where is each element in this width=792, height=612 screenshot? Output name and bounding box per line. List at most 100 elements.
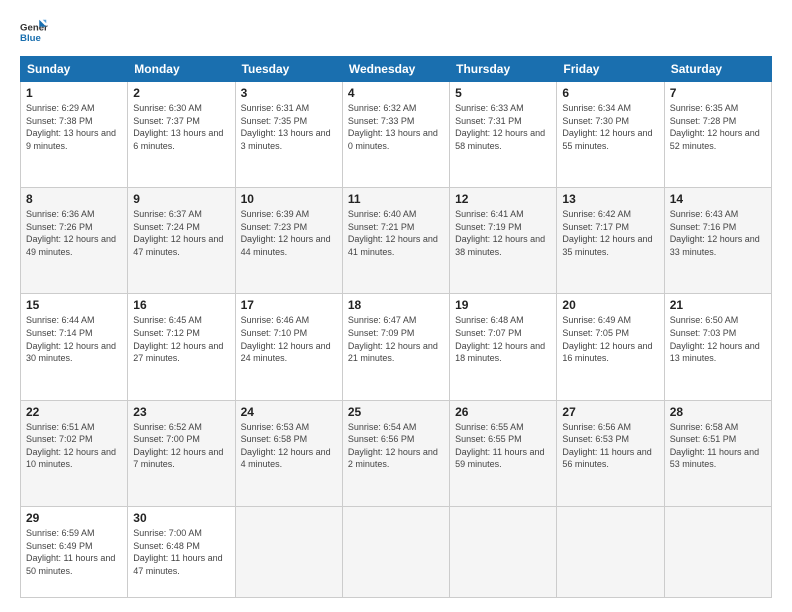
day-info: Sunrise: 6:36 AMSunset: 7:26 PMDaylight:… [26,209,116,257]
day-info: Sunrise: 7:00 AMSunset: 6:48 PMDaylight:… [133,528,222,576]
logo: General Blue [20,18,48,46]
day-number: 24 [241,405,337,419]
day-info: Sunrise: 6:58 AMSunset: 6:51 PMDaylight:… [670,422,759,470]
day-number: 26 [455,405,551,419]
calendar-day-cell: 17 Sunrise: 6:46 AMSunset: 7:10 PMDaylig… [235,294,342,400]
day-number: 20 [562,298,658,312]
calendar-day-cell: 6 Sunrise: 6:34 AMSunset: 7:30 PMDayligh… [557,82,664,188]
day-number: 11 [348,192,444,206]
calendar-day-cell: 11 Sunrise: 6:40 AMSunset: 7:21 PMDaylig… [342,188,449,294]
day-number: 14 [670,192,766,206]
calendar-day-cell: 25 Sunrise: 6:54 AMSunset: 6:56 PMDaylig… [342,400,449,506]
calendar-day-cell: 20 Sunrise: 6:49 AMSunset: 7:05 PMDaylig… [557,294,664,400]
day-number: 4 [348,86,444,100]
day-number: 29 [26,511,122,525]
day-info: Sunrise: 6:34 AMSunset: 7:30 PMDaylight:… [562,103,652,151]
calendar-day-cell: 13 Sunrise: 6:42 AMSunset: 7:17 PMDaylig… [557,188,664,294]
day-number: 19 [455,298,551,312]
day-info: Sunrise: 6:43 AMSunset: 7:16 PMDaylight:… [670,209,760,257]
calendar-day-cell: 4 Sunrise: 6:32 AMSunset: 7:33 PMDayligh… [342,82,449,188]
calendar-day-cell: 24 Sunrise: 6:53 AMSunset: 6:58 PMDaylig… [235,400,342,506]
day-number: 25 [348,405,444,419]
day-info: Sunrise: 6:46 AMSunset: 7:10 PMDaylight:… [241,315,331,363]
day-number: 21 [670,298,766,312]
day-info: Sunrise: 6:49 AMSunset: 7:05 PMDaylight:… [562,315,652,363]
day-number: 6 [562,86,658,100]
svg-text:Blue: Blue [20,33,41,44]
day-info: Sunrise: 6:51 AMSunset: 7:02 PMDaylight:… [26,422,116,470]
calendar-day-cell: 30 Sunrise: 7:00 AMSunset: 6:48 PMDaylig… [128,506,235,597]
day-number: 27 [562,405,658,419]
day-number: 16 [133,298,229,312]
day-number: 17 [241,298,337,312]
calendar-day-cell [342,506,449,597]
day-info: Sunrise: 6:35 AMSunset: 7:28 PMDaylight:… [670,103,760,151]
calendar-day-cell: 21 Sunrise: 6:50 AMSunset: 7:03 PMDaylig… [664,294,771,400]
weekday-header: Thursday [450,57,557,82]
calendar-day-cell: 22 Sunrise: 6:51 AMSunset: 7:02 PMDaylig… [21,400,128,506]
day-number: 22 [26,405,122,419]
day-number: 15 [26,298,122,312]
day-info: Sunrise: 6:53 AMSunset: 6:58 PMDaylight:… [241,422,331,470]
day-number: 18 [348,298,444,312]
day-info: Sunrise: 6:42 AMSunset: 7:17 PMDaylight:… [562,209,652,257]
calendar-week-row: 29 Sunrise: 6:59 AMSunset: 6:49 PMDaylig… [21,506,772,597]
calendar-day-cell: 15 Sunrise: 6:44 AMSunset: 7:14 PMDaylig… [21,294,128,400]
weekday-header: Sunday [21,57,128,82]
day-number: 10 [241,192,337,206]
calendar-day-cell: 2 Sunrise: 6:30 AMSunset: 7:37 PMDayligh… [128,82,235,188]
day-info: Sunrise: 6:56 AMSunset: 6:53 PMDaylight:… [562,422,651,470]
day-number: 12 [455,192,551,206]
weekday-header: Monday [128,57,235,82]
calendar-day-cell [664,506,771,597]
calendar-day-cell: 28 Sunrise: 6:58 AMSunset: 6:51 PMDaylig… [664,400,771,506]
day-info: Sunrise: 6:39 AMSunset: 7:23 PMDaylight:… [241,209,331,257]
calendar-day-cell [450,506,557,597]
day-number: 7 [670,86,766,100]
day-info: Sunrise: 6:37 AMSunset: 7:24 PMDaylight:… [133,209,223,257]
day-number: 30 [133,511,229,525]
day-info: Sunrise: 6:48 AMSunset: 7:07 PMDaylight:… [455,315,545,363]
weekday-header: Saturday [664,57,771,82]
day-info: Sunrise: 6:33 AMSunset: 7:31 PMDaylight:… [455,103,545,151]
day-info: Sunrise: 6:29 AMSunset: 7:38 PMDaylight:… [26,103,116,151]
calendar-day-cell: 12 Sunrise: 6:41 AMSunset: 7:19 PMDaylig… [450,188,557,294]
day-info: Sunrise: 6:32 AMSunset: 7:33 PMDaylight:… [348,103,438,151]
calendar-day-cell: 8 Sunrise: 6:36 AMSunset: 7:26 PMDayligh… [21,188,128,294]
calendar-day-cell: 27 Sunrise: 6:56 AMSunset: 6:53 PMDaylig… [557,400,664,506]
day-info: Sunrise: 6:45 AMSunset: 7:12 PMDaylight:… [133,315,223,363]
weekday-header: Wednesday [342,57,449,82]
day-info: Sunrise: 6:47 AMSunset: 7:09 PMDaylight:… [348,315,438,363]
day-info: Sunrise: 6:30 AMSunset: 7:37 PMDaylight:… [133,103,223,151]
day-info: Sunrise: 6:50 AMSunset: 7:03 PMDaylight:… [670,315,760,363]
day-info: Sunrise: 6:31 AMSunset: 7:35 PMDaylight:… [241,103,331,151]
day-info: Sunrise: 6:44 AMSunset: 7:14 PMDaylight:… [26,315,116,363]
calendar-day-cell: 23 Sunrise: 6:52 AMSunset: 7:00 PMDaylig… [128,400,235,506]
day-info: Sunrise: 6:59 AMSunset: 6:49 PMDaylight:… [26,528,115,576]
calendar-week-row: 1 Sunrise: 6:29 AMSunset: 7:38 PMDayligh… [21,82,772,188]
calendar-day-cell: 1 Sunrise: 6:29 AMSunset: 7:38 PMDayligh… [21,82,128,188]
day-number: 8 [26,192,122,206]
calendar-day-cell: 7 Sunrise: 6:35 AMSunset: 7:28 PMDayligh… [664,82,771,188]
calendar-day-cell: 3 Sunrise: 6:31 AMSunset: 7:35 PMDayligh… [235,82,342,188]
day-number: 28 [670,405,766,419]
calendar-day-cell: 29 Sunrise: 6:59 AMSunset: 6:49 PMDaylig… [21,506,128,597]
calendar-day-cell: 5 Sunrise: 6:33 AMSunset: 7:31 PMDayligh… [450,82,557,188]
logo-icon: General Blue [20,18,48,46]
day-number: 2 [133,86,229,100]
calendar-day-cell: 10 Sunrise: 6:39 AMSunset: 7:23 PMDaylig… [235,188,342,294]
calendar-day-cell [235,506,342,597]
day-number: 1 [26,86,122,100]
calendar-header-row: SundayMondayTuesdayWednesdayThursdayFrid… [21,57,772,82]
weekday-header: Friday [557,57,664,82]
day-info: Sunrise: 6:52 AMSunset: 7:00 PMDaylight:… [133,422,223,470]
svg-text:General: General [20,22,48,33]
day-number: 5 [455,86,551,100]
weekday-header: Tuesday [235,57,342,82]
day-info: Sunrise: 6:41 AMSunset: 7:19 PMDaylight:… [455,209,545,257]
calendar-day-cell: 16 Sunrise: 6:45 AMSunset: 7:12 PMDaylig… [128,294,235,400]
calendar-week-row: 8 Sunrise: 6:36 AMSunset: 7:26 PMDayligh… [21,188,772,294]
calendar-day-cell: 26 Sunrise: 6:55 AMSunset: 6:55 PMDaylig… [450,400,557,506]
day-info: Sunrise: 6:54 AMSunset: 6:56 PMDaylight:… [348,422,438,470]
calendar-week-row: 15 Sunrise: 6:44 AMSunset: 7:14 PMDaylig… [21,294,772,400]
